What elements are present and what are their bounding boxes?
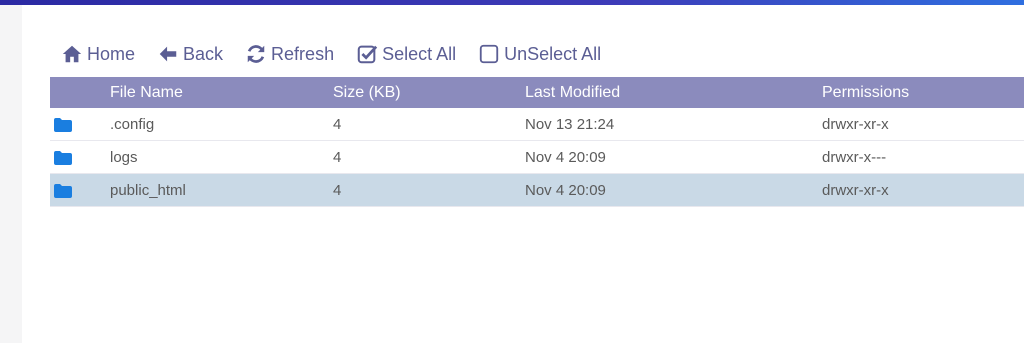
select-all-label: Select All (382, 43, 457, 64)
row-file-name: logs (110, 148, 138, 166)
row-size: 4 (333, 181, 342, 199)
home-label: Home (87, 43, 136, 64)
table-row-selected[interactable]: public_html 4 Nov 4 20:09 drwxr-xr-x (50, 174, 1024, 207)
home-icon (62, 45, 82, 63)
back-button[interactable]: Back (157, 43, 223, 65)
table-row[interactable]: .config 4 Nov 13 21:24 drwxr-xr-x (50, 108, 1024, 141)
refresh-icon (247, 45, 265, 63)
row-size: 4 (333, 148, 342, 166)
table-row[interactable]: logs 4 Nov 4 20:09 drwxr-x--- (50, 141, 1024, 174)
back-label: Back (183, 43, 224, 64)
row-last-modified: Nov 4 20:09 (525, 148, 606, 166)
empty-checkbox-icon (479, 44, 499, 64)
row-last-modified: Nov 13 21:24 (525, 115, 615, 133)
refresh-button[interactable]: Refresh (245, 43, 334, 65)
refresh-label: Refresh (271, 43, 335, 64)
file-toolbar: Home Back Refresh Select All UnSelect Al… (61, 40, 623, 68)
row-size: 4 (333, 115, 342, 133)
row-file-name: public_html (110, 181, 186, 199)
folder-icon (50, 149, 112, 165)
unselect-all-button[interactable]: UnSelect All (478, 43, 601, 65)
top-accent-bar (0, 0, 1024, 5)
folder-icon (50, 116, 112, 132)
file-table: File Name Size (KB) Last Modified Permis… (50, 77, 1024, 207)
row-permissions: drwxr-xr-x (822, 181, 889, 199)
unselect-all-label: UnSelect All (504, 43, 602, 64)
table-header: File Name Size (KB) Last Modified Permis… (50, 77, 1024, 108)
row-last-modified: Nov 4 20:09 (525, 181, 606, 199)
header-file-name[interactable]: File Name (110, 84, 183, 102)
header-last-modified[interactable]: Last Modified (525, 84, 620, 102)
select-all-button[interactable]: Select All (356, 43, 456, 65)
folder-icon (50, 182, 112, 198)
header-permissions[interactable]: Permissions (822, 84, 909, 102)
left-gutter (0, 5, 22, 343)
row-permissions: drwxr-xr-x (822, 115, 889, 133)
checked-checkbox-icon (357, 45, 378, 64)
row-permissions: drwxr-x--- (822, 148, 887, 166)
home-button[interactable]: Home (61, 43, 135, 65)
header-size[interactable]: Size (KB) (333, 84, 401, 102)
row-file-name: .config (110, 115, 155, 133)
arrow-left-icon (159, 46, 177, 62)
